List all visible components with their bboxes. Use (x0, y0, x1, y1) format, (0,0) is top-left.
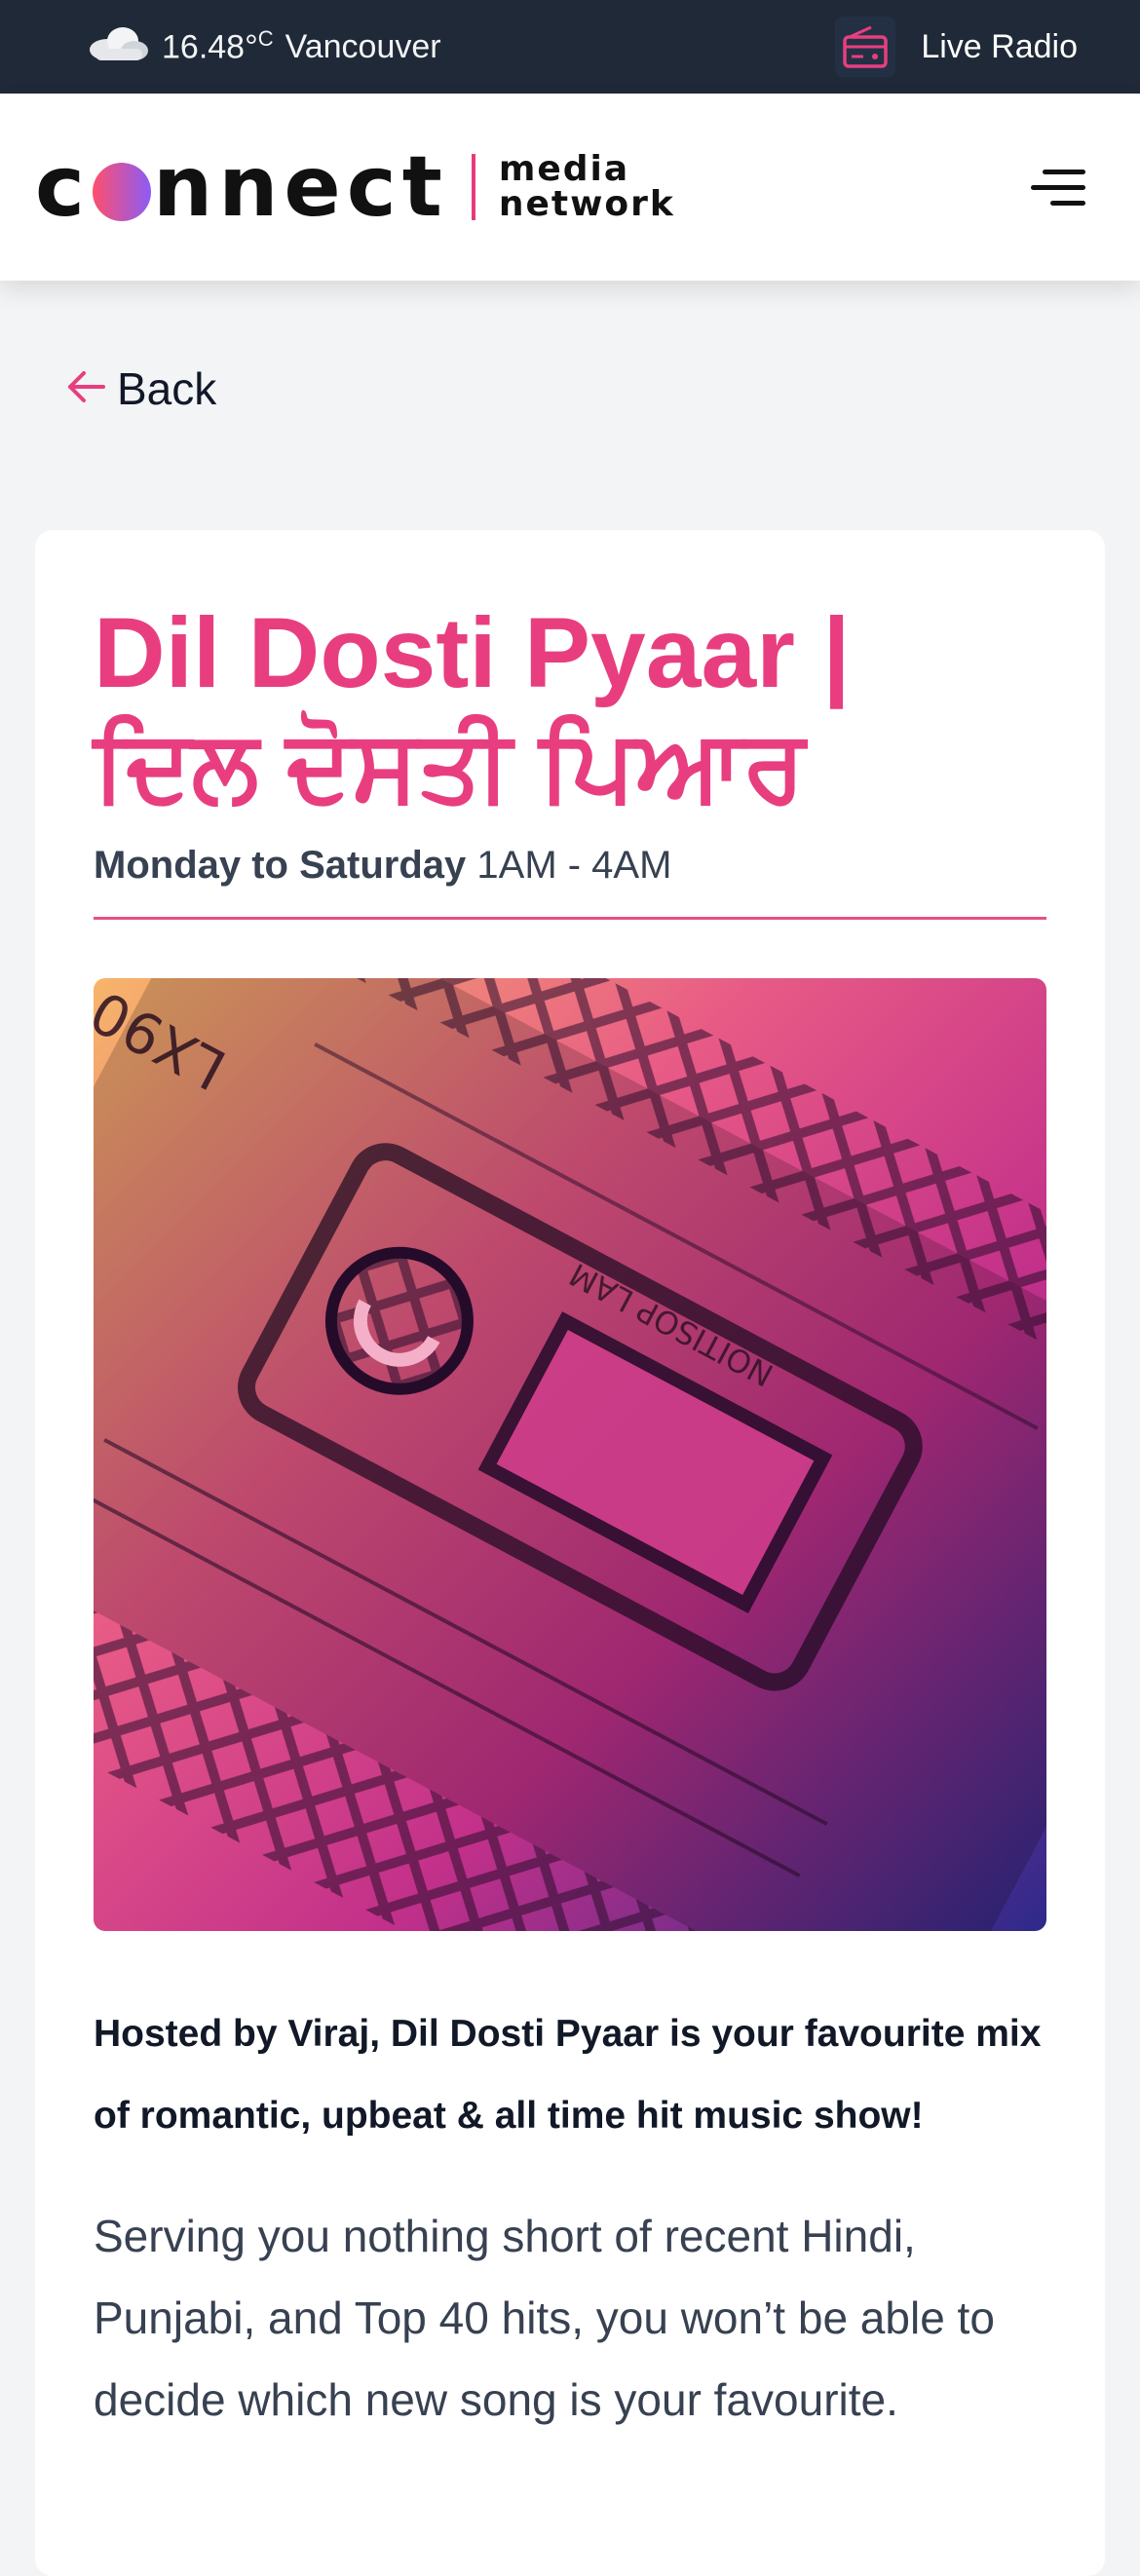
show-title: Dil Dosti Pyaar | ਦਿਲ ਦੋਸਤੀ ਪਿਆਰ (94, 597, 851, 821)
title-divider (94, 917, 1046, 920)
show-description: Serving you nothing short of recent Hind… (94, 2211, 995, 2425)
cloud-icon (86, 23, 150, 71)
radio-icon (835, 17, 896, 77)
back-link[interactable]: Back (66, 362, 216, 415)
arrow-left-icon (66, 362, 105, 415)
temperature: 16.48°C (162, 26, 274, 66)
show-card: Dil Dosti Pyaar | ਦਿਲ ਦੋਸਤੀ ਪਿਆਰ Monday … (35, 530, 1105, 2576)
weather-widget: 16.48°C Vancouver (86, 23, 441, 71)
logo-subtitle: media network (498, 149, 675, 224)
live-radio-link[interactable]: Live Radio (835, 17, 1078, 77)
show-lead-text: Hosted by Viraj, Dil Dosti Pyaar is your… (94, 2013, 1042, 2137)
schedule-days: Monday to Saturday (94, 844, 467, 887)
logo-wordmark: c nnect (35, 138, 448, 236)
logo-divider (471, 154, 475, 220)
show-cover-image: LX90 NOITISOP LAM (94, 978, 1046, 1931)
site-logo[interactable]: c nnect media network (35, 145, 675, 229)
top-bar: 16.48°C Vancouver Live Radio (0, 0, 1140, 94)
hamburger-icon[interactable] (1031, 169, 1085, 206)
schedule-time: 1AM - 4AM (476, 844, 672, 887)
site-header: c nnect media network (0, 94, 1140, 281)
show-schedule: Monday to Saturday 1AM - 4AM (94, 844, 1046, 888)
live-radio-label: Live Radio (921, 27, 1078, 65)
logo-o-mark (92, 163, 151, 221)
back-label: Back (117, 363, 217, 414)
city-name: Vancouver (285, 27, 441, 65)
